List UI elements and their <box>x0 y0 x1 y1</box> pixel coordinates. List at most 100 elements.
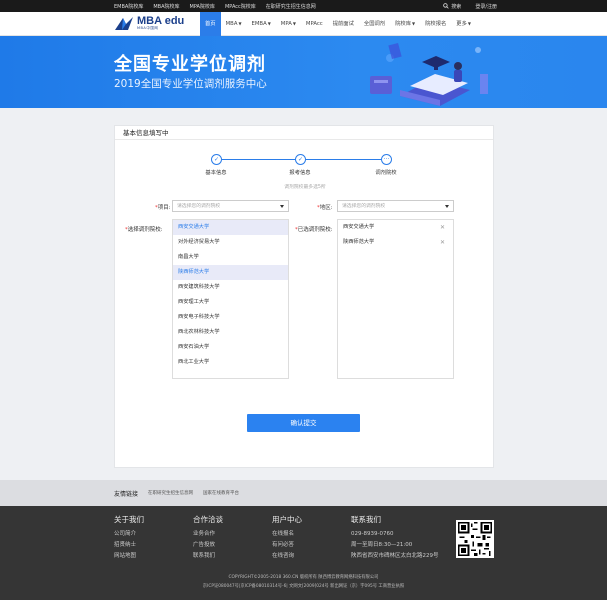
friend-link[interactable]: 国家在线教育平台 <box>203 490 239 496</box>
nav-label: 院校库 <box>395 20 412 27</box>
project-label-text: 项目 <box>157 205 169 211</box>
footer-col-user-center: 用户中心 在线报名 有问必答 在线咨询 <box>272 514 302 562</box>
search-label: 搜索 <box>451 3 462 10</box>
caret-down-icon: ▼ <box>467 20 471 26</box>
caret-down-icon: ▼ <box>412 20 416 26</box>
list-item[interactable]: 西安石油大学 <box>173 340 288 355</box>
search-icon <box>443 3 449 9</box>
step-3-dots-icon: ··· <box>381 154 392 165</box>
list-item[interactable]: 西安电子科技大学 <box>173 310 288 325</box>
list-item[interactable]: 陕西师范大学 <box>173 265 288 280</box>
hero-banner: 全国专业学位调剂 2019全国专业学位调剂服务中心 <box>0 36 607 108</box>
close-icon[interactable]: ✕ <box>440 235 445 250</box>
footer-link[interactable]: 联系我们 <box>193 551 223 562</box>
step-label: 基本信息 <box>205 170 227 176</box>
nav-emba[interactable]: EMBA ▼ <box>247 12 276 36</box>
choose-label-text: 选择调剂院校 <box>127 227 161 233</box>
chosen-item: 西安交通大学 ✕ <box>338 220 453 235</box>
submit-button[interactable]: 确认提交 <box>247 414 360 432</box>
footer-link[interactable]: 公司简介 <box>114 529 144 540</box>
banner-illustration <box>370 42 488 106</box>
icp-line: 京ICP证080047号|京ICP备08010314号-6| 文网文[2009]… <box>202 584 405 589</box>
footer-col-title: 关于我们 <box>114 515 144 524</box>
chosen-label: *已选调剂院校: <box>295 227 333 233</box>
qr-code-icon <box>456 520 494 558</box>
list-item[interactable]: 西安交通大学 <box>173 220 288 235</box>
nav-label: 全国调剂 <box>363 20 386 27</box>
friend-link[interactable]: 在职研究生招生信息网 <box>148 490 193 496</box>
footer-hours: 周一至周日8:30—21:00 <box>351 542 413 548</box>
footer-phone: 029-8939-0760 <box>351 531 394 537</box>
form-panel: 基本信息填写中 ✓ ✓ ··· 基本信息 报考信息 调剂院校 调剂院校最多选5所… <box>114 125 494 468</box>
nav-label: MBA <box>225 20 238 27</box>
footer-link[interactable]: 招贤纳士 <box>114 540 144 551</box>
footer-col-cooperation: 合作洽谈 业务合作 广告投放 联系我们 <box>193 514 223 562</box>
copyright-line: COPYRIGHT©2005-2018 360.CN 版权所有 陕西博云教育网络… <box>228 575 379 580</box>
list-item[interactable]: 西北工业大学 <box>173 355 288 370</box>
footer-address: 陕西省西安市碑林区太白北路229号 <box>351 553 439 559</box>
logo[interactable]: MBA edu MBA中国网 <box>114 16 200 32</box>
search-link[interactable]: 搜索 <box>443 3 461 10</box>
chosen-item: 陕西师范大学 ✕ <box>338 235 453 250</box>
top-link-grad[interactable]: 在职研究生招生信息网 <box>266 3 316 10</box>
login-link[interactable]: 登录/注册 <box>475 3 497 10</box>
footer-link[interactable]: 在线咨询 <box>272 551 302 562</box>
top-link-mba[interactable]: MBA院校库 <box>153 3 179 10</box>
step-label: 调剂院校 <box>375 170 397 176</box>
footer-link[interactable]: 广告投放 <box>193 540 223 551</box>
chevron-down-icon <box>280 205 284 208</box>
nav-mba[interactable]: MBA ▼ <box>221 12 247 36</box>
list-item[interactable]: 西北农林科技大学 <box>173 325 288 340</box>
top-bar: EMBA院校库 MBA院校库 MPA院校库 MPAcc院校库 在职研究生招生信息… <box>0 0 607 12</box>
project-label: *项目: <box>155 205 171 211</box>
top-link-mpacc[interactable]: MPAcc院校库 <box>225 3 256 10</box>
project-select[interactable]: 请选择您的调剂院校 <box>172 200 289 212</box>
nav-label: 首页 <box>205 20 216 27</box>
footer-link[interactable]: 有问必答 <box>272 540 302 551</box>
region-label: *地区: <box>317 205 333 211</box>
nav-school-db[interactable]: 院校库 ▼ <box>390 12 420 36</box>
footer-link[interactable]: 业务合作 <box>193 529 223 540</box>
friend-links-heading: 友情链接 <box>114 490 139 498</box>
footer-col-title: 合作洽谈 <box>193 515 223 524</box>
nav-early-interview[interactable]: 提前面试 <box>328 12 359 36</box>
footer-col-about: 关于我们 公司简介 招贤纳士 网站地图 <box>114 514 144 562</box>
friend-links: 友情链接 在职研究生招生信息网 国家在线教育平台 <box>0 480 607 506</box>
nav-label: MPAcc <box>305 20 323 27</box>
footer-col-title: 用户中心 <box>272 515 302 524</box>
close-icon[interactable]: ✕ <box>440 220 445 235</box>
region-select-placeholder: 请选择您的调剂院校 <box>342 204 386 209</box>
nav-adjust[interactable]: 全国调剂 <box>359 12 390 36</box>
footer-col-contact: 联系我们 029-8939-0760 周一至周日8:30—21:00 陕西省西安… <box>351 514 439 562</box>
region-select[interactable]: 请选择您的调剂院校 <box>337 200 454 212</box>
footer-link[interactable]: 在线报名 <box>272 529 302 540</box>
top-link-mpa[interactable]: MPA院校库 <box>190 3 215 10</box>
footer-link[interactable]: 网站地图 <box>114 551 144 562</box>
list-item[interactable]: 西安理工大学 <box>173 295 288 310</box>
footer: 关于我们 公司简介 招贤纳士 网站地图 合作洽谈 业务合作 广告投放 联系我们 … <box>0 506 607 600</box>
chosen-label-text: 已选调剂院校 <box>297 227 331 233</box>
nav-label: EMBA <box>251 20 267 27</box>
list-item[interactable]: 对外经济贸易大学 <box>173 235 288 250</box>
list-item[interactable]: 南昌大学 <box>173 250 288 265</box>
school-list[interactable]: 西安交通大学 对外经济贸易大学 南昌大学 陕西师范大学 西安建筑科技大学 西安理… <box>172 219 289 379</box>
copyright: COPYRIGHT©2005-2018 360.CN 版权所有 陕西博云教育网络… <box>0 573 607 591</box>
chevron-down-icon <box>445 205 449 208</box>
banner-subtitle: 2019全国专业学位调剂服务中心 <box>114 78 267 90</box>
chosen-school-list: 西安交通大学 ✕ 陕西师范大学 ✕ <box>337 219 454 379</box>
nav-mpacc[interactable]: MPAcc <box>301 12 328 36</box>
region-label-text: 地区 <box>319 205 331 211</box>
nav-mpa[interactable]: MPA ▼ <box>276 12 301 36</box>
caret-down-icon: ▼ <box>292 20 296 26</box>
chosen-item-label: 西安交通大学 <box>343 224 375 230</box>
banner-title: 全国专业学位调剂 <box>114 54 266 75</box>
nav-more[interactable]: 更多 ▼ <box>451 12 476 36</box>
nav-label: 更多 <box>456 20 467 27</box>
top-link-emba[interactable]: EMBA院校库 <box>114 3 143 10</box>
project-select-placeholder: 请选择您的调剂院校 <box>177 204 221 209</box>
caret-down-icon: ▼ <box>267 20 271 26</box>
list-item[interactable]: 西安建筑科技大学 <box>173 280 288 295</box>
nav-enroll[interactable]: 院校报名 <box>420 12 451 36</box>
nav-home[interactable]: 首页 <box>200 11 221 36</box>
logo-name: MBA edu <box>137 15 185 27</box>
